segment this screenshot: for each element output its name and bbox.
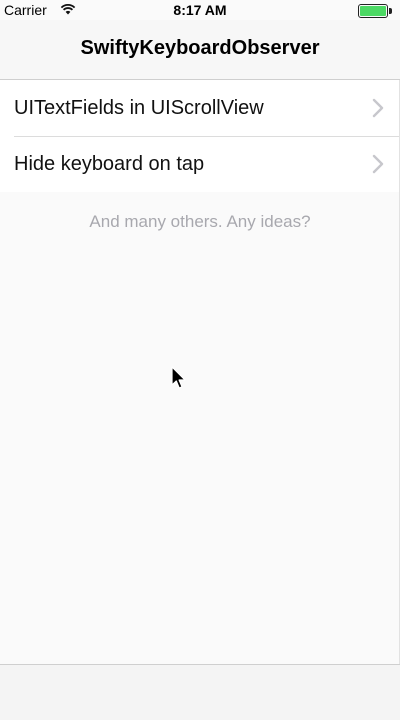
bottom-toolbar [0,664,400,720]
row-hide-keyboard-on-tap[interactable]: Hide keyboard on tap [0,136,400,192]
status-time: 8:17 AM [173,2,227,18]
battery-level [360,6,386,16]
chevron-right-icon [372,98,384,118]
status-bar: Carrier 8:17 AM [0,0,400,20]
chevron-right-icon [372,154,384,174]
battery-icon [358,4,392,18]
menu-table: UITextFields in UIScrollView Hide keyboa… [0,80,400,192]
nav-title: SwiftyKeyboardObserver [80,37,320,59]
row-label: UITextFields in UIScrollView [14,96,264,119]
navigation-bar: SwiftyKeyboardObserver [0,20,400,80]
row-textfields-in-scrollview[interactable]: UITextFields in UIScrollView [0,80,400,136]
mouse-pointer-icon [171,366,186,389]
battery-tip [389,8,392,14]
footer-hint-text: And many others. Any ideas? [89,212,311,231]
app-screen: Carrier 8:17 AM SwiftyKeyboardObserver U… [0,0,400,720]
row-label: Hide keyboard on tap [14,152,205,175]
